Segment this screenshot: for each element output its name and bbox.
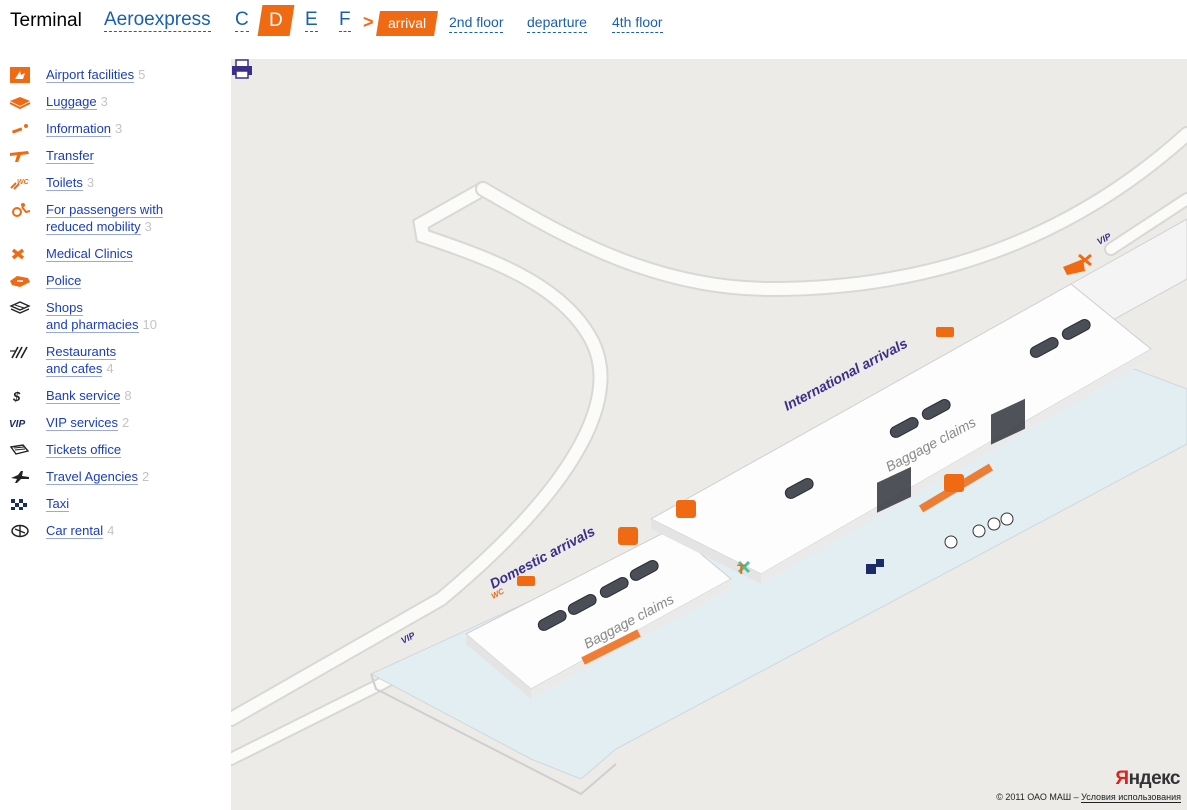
legend-count: 2 [122,415,130,430]
level-arrival-label: arrival [388,15,427,31]
taxi-icon [11,499,27,510]
terminal-map[interactable]: T Domestic arrivals International arriva… [231,59,1187,810]
bank-icon: $ [12,389,21,404]
svg-text:$: $ [12,389,21,404]
terminal-d-active: D [257,5,295,36]
copyright-notice: © 2011 ОАО МАШ – Условия использования [996,792,1181,803]
car-rental-icon [11,524,29,538]
toilets-icon: WC [10,179,30,190]
vip-label-south: VIP [399,630,417,646]
terminal-c-link[interactable]: C [235,9,249,32]
terminal-f-link[interactable]: F [339,9,351,32]
legend-label[interactable]: Bank service [46,388,121,404]
legend-label[interactable]: Police [46,273,82,289]
legend-count: 3 [86,175,95,190]
level-arrival-active: arrival [376,11,439,36]
airport-facilities-icon [10,67,30,83]
legend-label-line-2[interactable]: and pharmacies [46,317,139,333]
terminal-label: Terminal [10,10,82,31]
legend-label[interactable]: Transfer [46,148,94,164]
legend-count: 3 [115,121,123,136]
luggage-icon [9,97,31,110]
yandex-logo-letter: Я [1115,768,1129,789]
legend-count: 2 [142,469,150,484]
shops-icon [9,301,31,314]
legend-label[interactable]: Airport facilities [46,67,135,83]
legend-count: 3 [100,94,108,109]
print-icon[interactable] [231,59,253,79]
legend-count: 4 [106,361,114,376]
legend-label-line-1[interactable]: Restaurants [46,344,117,360]
legend-label-line-1[interactable]: For passengers with [46,202,164,218]
terminal-floor-plan: T Domestic arrivals International arriva… [231,126,1187,796]
medical-icon [11,248,25,260]
travel-agencies-icon [11,471,29,483]
terminal-d-label: D [269,10,283,31]
legend-label[interactable]: Travel Agencies [46,469,139,485]
legend-label[interactable]: Car rental [46,523,104,539]
legend-count: 8 [124,388,132,403]
legend-count: 3 [144,219,152,234]
legend-label[interactable]: Luggage [46,94,97,110]
level-departure-link[interactable]: departure [527,12,587,33]
terminal-navigation: Terminal Aeroexpress C D E F > arrival 2… [0,0,1187,58]
svg-text:T: T [737,561,746,577]
legend-label[interactable]: Medical Clinics [46,246,133,262]
legend-count: 10 [142,317,157,332]
aeroexpress-link[interactable]: Aeroexpress [104,9,211,32]
legend-label-line-1[interactable]: Shops [46,300,83,316]
level-4th-floor-link[interactable]: 4th floor [612,12,663,33]
terms-of-use-link[interactable]: Условия использования [1081,792,1181,803]
police-icon [10,276,30,287]
copyright-text: © 2011 ОАО МАШ – [996,792,1082,802]
legend-label-line-2[interactable]: and cafes [46,361,103,377]
legend-label-line-2[interactable]: reduced mobility [46,219,141,235]
restaurants-icon [10,346,28,359]
breadcrumb-arrow: > [363,12,374,32]
reduced-mobility-icon [12,203,31,217]
vip-icon: VIP [9,419,25,430]
transfer-icon [10,151,29,162]
legend-count: 4 [107,523,115,538]
svg-text:VIP: VIP [9,419,25,430]
legend-count: 5 [138,67,146,82]
legend-label[interactable]: Tickets office [46,442,122,458]
legend-label[interactable]: Taxi [46,496,70,512]
yandex-logo-rest: ндекс [1128,768,1181,789]
yandex-logo: Яндекс [1115,768,1180,790]
information-icon [11,124,28,134]
legend-label[interactable]: Toilets [46,175,83,191]
terminal-e-link[interactable]: E [305,9,318,32]
tickets-icon [9,444,30,455]
legend-label[interactable]: VIP services [46,415,119,431]
level-2nd-floor-link[interactable]: 2nd floor [449,12,504,33]
legend-label[interactable]: Information [46,121,112,137]
